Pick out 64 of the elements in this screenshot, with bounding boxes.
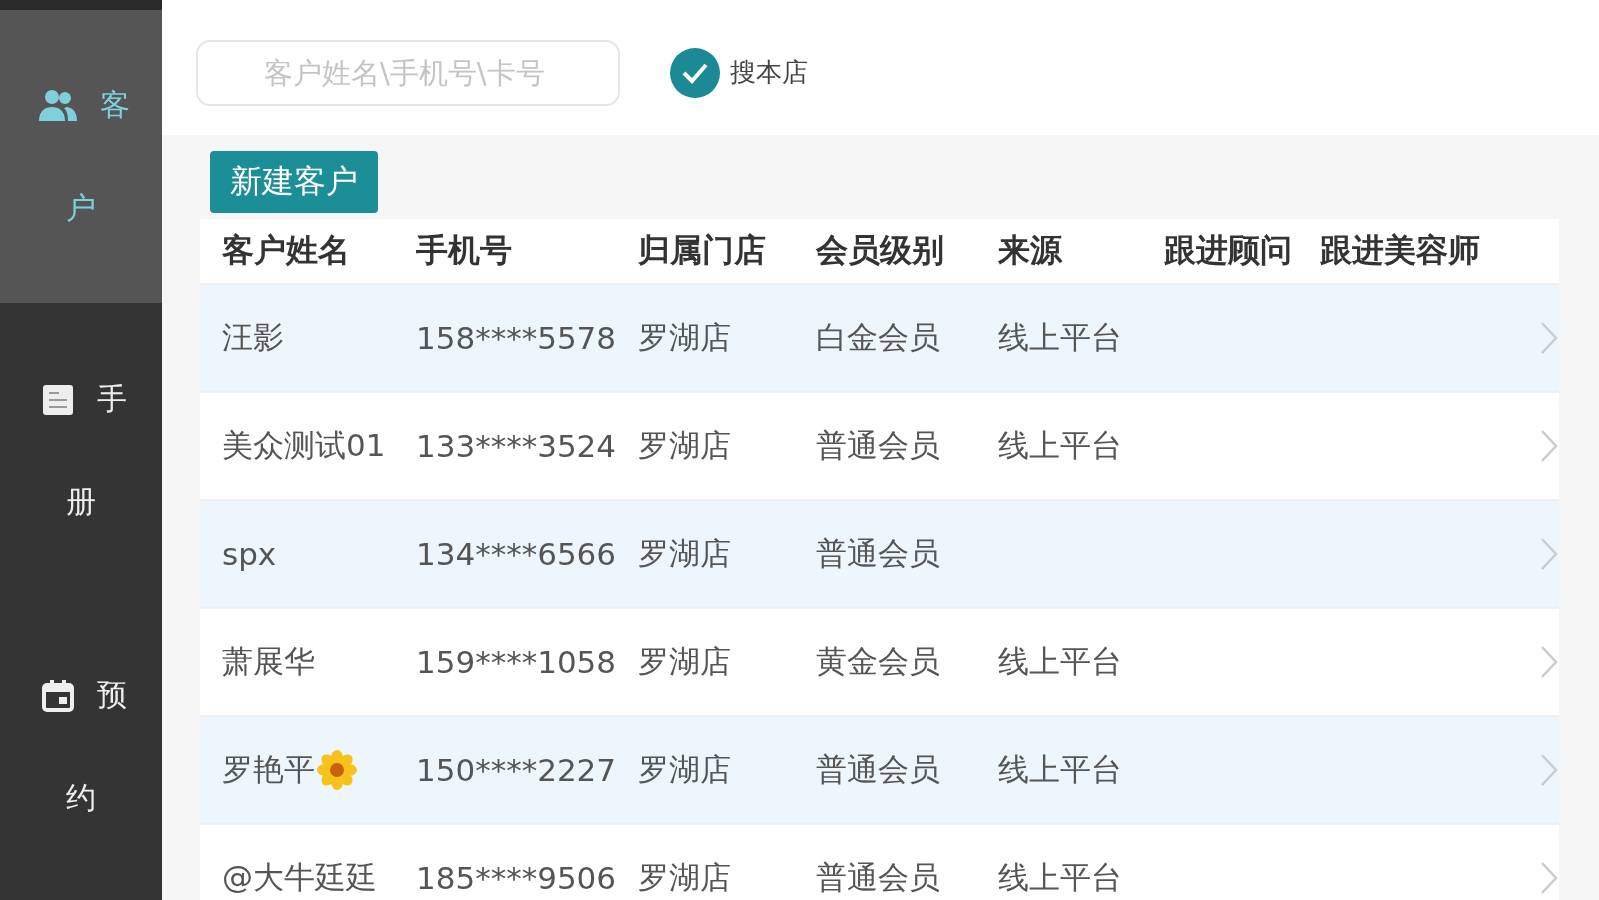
table-cell-text: 133****3524: [416, 428, 618, 464]
table-cell-text: 普通会员: [816, 858, 941, 897]
chevron-right-icon[interactable]: [1540, 645, 1558, 679]
table-cell-text: 线上平台: [998, 642, 1123, 681]
chevron-right-icon[interactable]: [1540, 753, 1558, 787]
table-cell-text: 罗湖店: [638, 858, 732, 897]
chevron-right-icon[interactable]: [1540, 861, 1558, 895]
table-cell-text: 185****9506: [416, 860, 618, 896]
sidebar-label: 预: [97, 676, 127, 714]
sidebar-label: 户: [66, 188, 96, 227]
column-header: 跟进顾问: [1164, 230, 1293, 271]
new-customer-button[interactable]: 新建客户: [210, 151, 378, 213]
table-cell-text: 普通会员: [816, 750, 941, 789]
table-cell: spx: [222, 536, 277, 572]
table-cell-text: 黄金会员: [816, 642, 941, 681]
table-cell-text: 134****6566: [416, 536, 618, 572]
chevron-right-icon[interactable]: [1540, 429, 1558, 463]
table-cell-text: 罗湖店: [638, 426, 732, 465]
sidebar-label: 册: [66, 483, 96, 521]
table-cell-text: 罗艳平: [222, 750, 315, 789]
table-cell-text: 158****5578: [416, 320, 618, 356]
sidebar-label: 客: [100, 85, 130, 124]
column-header: 归属门店: [638, 230, 767, 271]
sidebar-label: 手: [97, 380, 127, 418]
table-cell-text: 白金会员: [816, 318, 941, 357]
document-icon: [41, 382, 75, 417]
table-cell-text: @大牛廷廷: [222, 858, 377, 897]
column-header: 来源: [998, 230, 1063, 271]
sidebar-item[interactable]: 手 册: [0, 303, 162, 599]
table-cell-text: 罗湖店: [638, 318, 732, 357]
column-header: 客户姓名: [222, 230, 351, 271]
checkbox-label: 搜本店: [730, 56, 808, 89]
table-row[interactable]: spx 134****6566 罗湖店 普通会员: [200, 501, 1559, 609]
table-row[interactable]: @大牛廷廷 185****9506 罗湖店 普通会员 线上平台: [200, 825, 1559, 900]
table-cell-text: 线上平台: [998, 858, 1123, 897]
sidebar-label: 约: [66, 779, 96, 817]
table-cell-text: 线上平台: [998, 426, 1123, 465]
column-header: 会员级别: [816, 230, 945, 271]
table-cell-text: 普通会员: [816, 534, 941, 573]
table-cell-text: 线上平台: [998, 318, 1123, 357]
search-field[interactable]: 客户姓名\手机号\卡号: [196, 39, 620, 106]
calendar-icon: [41, 678, 75, 713]
table-cell-text: 线上平台: [998, 750, 1123, 789]
people-icon: [38, 88, 78, 122]
table-cell-text: 美众测试01: [222, 426, 386, 465]
table-row[interactable]: 汪影 158****5578 罗湖店 白金会员 线上平台: [200, 285, 1559, 393]
table-cell-text: 150****2227: [416, 752, 618, 788]
table-cell-text: 汪影: [222, 318, 284, 357]
table-row[interactable]: 罗艳平 150****2227 罗湖店 普通会员 线上平台: [200, 717, 1559, 825]
check-icon: [681, 61, 709, 84]
table-cell-text: 159****1058: [416, 644, 618, 680]
table-cell-text: 罗湖店: [638, 642, 732, 681]
table-cell-text: 罗湖店: [638, 534, 732, 573]
table-cell-text: 罗湖店: [638, 750, 732, 789]
column-header: 跟进美容师: [1320, 230, 1481, 271]
column-header: 手机号: [416, 230, 513, 271]
sidebar-item[interactable]: 客 户: [0, 10, 162, 303]
chevron-right-icon[interactable]: [1540, 537, 1558, 571]
table-cell-text: 普通会员: [816, 426, 941, 465]
chevron-right-icon[interactable]: [1540, 321, 1558, 355]
sidebar-item[interactable]: 预 约: [0, 599, 162, 895]
table-cell-text: 萧展华: [222, 642, 315, 681]
flower-icon: [317, 750, 357, 790]
checkbox[interactable]: [670, 47, 720, 98]
